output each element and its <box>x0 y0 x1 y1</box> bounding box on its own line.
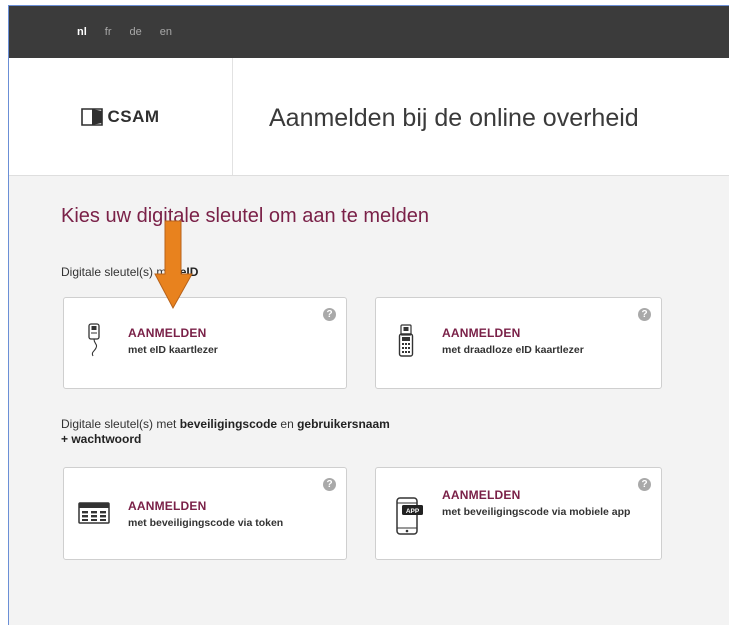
login-card-token[interactable]: ? AANMELDEN met beveiligingscode via tok… <box>63 467 347 560</box>
page-title: Aanmelden bij de online overheid <box>269 104 639 132</box>
help-icon[interactable]: ? <box>323 308 336 321</box>
wireless-card-reader-icon <box>398 324 414 357</box>
card-title: AANMELDEN <box>128 499 207 513</box>
login-card-eid-reader[interactable]: ? AANMELDEN met eID kaartlezer <box>63 297 347 389</box>
site-header: CSAM Aanmelden bij de online overheid <box>9 58 729 176</box>
mobile-app-icon: APP <box>396 497 423 535</box>
annotation-arrow <box>154 220 193 310</box>
help-icon[interactable]: ? <box>638 478 651 491</box>
main-heading: Kies uw digitale sleutel om aan te melde… <box>61 205 429 227</box>
logo-text: CSAM <box>107 106 160 126</box>
logo-cell: CSAM <box>9 58 233 175</box>
card-subtitle: met eID kaartlezer <box>128 344 218 356</box>
csam-door-icon <box>81 107 104 126</box>
card-title: AANMELDEN <box>128 326 207 340</box>
lang-fr[interactable]: fr <box>105 26 112 38</box>
lang-en[interactable]: en <box>160 26 172 38</box>
card-subtitle: met draadloze eID kaartlezer <box>442 344 584 356</box>
help-icon[interactable]: ? <box>323 478 336 491</box>
token-icon <box>78 502 110 524</box>
card-subtitle: met beveiligingscode via token <box>128 517 284 529</box>
app-badge-text: APP <box>406 508 420 515</box>
browser-frame: nl fr de en CSAM Aanmelden bij de online… <box>8 5 729 625</box>
login-card-wireless-reader[interactable]: ? AANMELDEN met draadloze eID kaartlezer <box>375 297 662 389</box>
card-subtitle: met beveiligingscode via mobiele app <box>442 506 631 518</box>
card-reader-icon <box>88 323 100 357</box>
card-title: AANMELDEN <box>442 488 521 502</box>
card-title: AANMELDEN <box>442 326 521 340</box>
help-icon[interactable]: ? <box>638 308 651 321</box>
lang-nl[interactable]: nl <box>77 26 87 38</box>
lang-de[interactable]: de <box>130 26 142 38</box>
csam-logo[interactable]: CSAM <box>81 107 159 127</box>
language-bar: nl fr de en <box>9 6 729 58</box>
section-label-code: Digitale sleutel(s) met beveiligingscode… <box>61 417 390 446</box>
login-card-mobile-app[interactable]: ? APP AANMELDEN met beveiligingscode via… <box>375 467 662 560</box>
